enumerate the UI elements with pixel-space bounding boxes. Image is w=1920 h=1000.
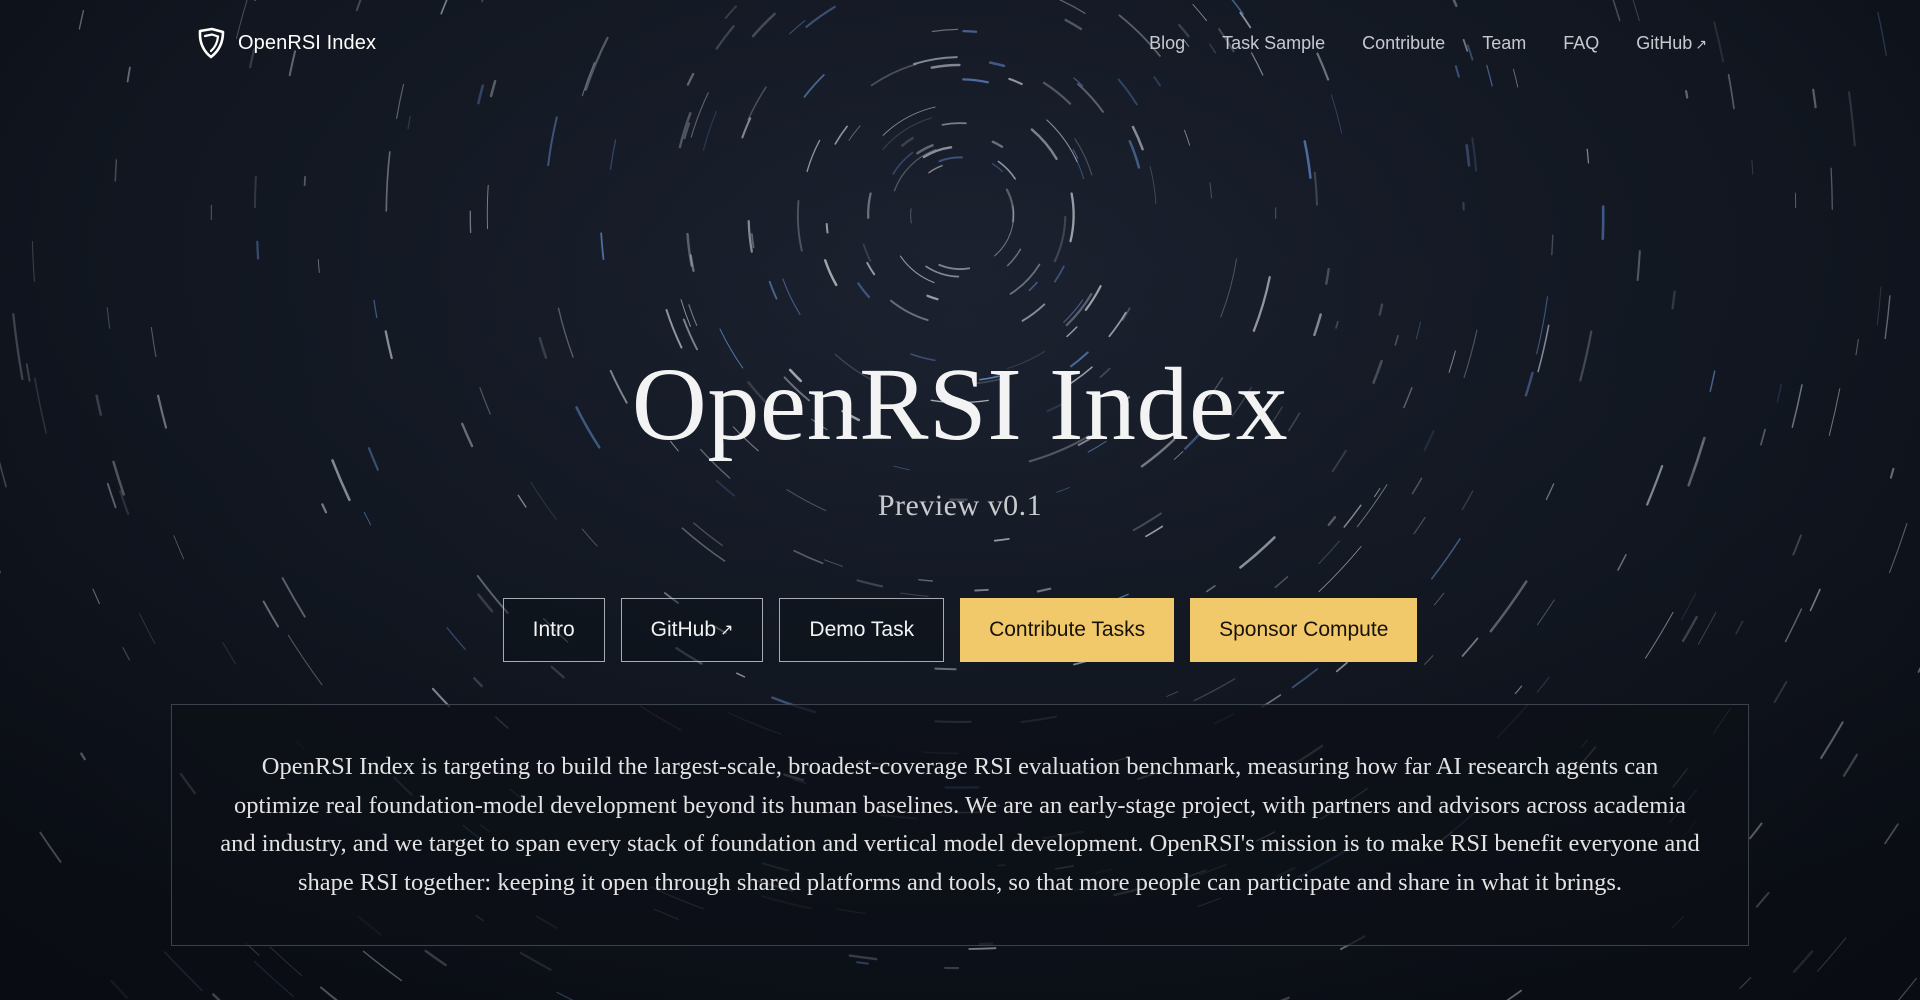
external-link-icon: ↗ [1695, 35, 1707, 52]
contribute-tasks-button[interactable]: Contribute Tasks [960, 598, 1175, 662]
nav-github[interactable]: GitHub ↗ [1636, 33, 1707, 54]
nav-task-sample[interactable]: Task Sample [1222, 33, 1325, 54]
intro-button[interactable]: Intro [502, 598, 605, 662]
hero-button-row: Intro GitHub ↗ Demo Task Contribute Tasks… [0, 598, 1920, 662]
github-button-label: GitHub [650, 618, 717, 641]
mission-text: OpenRSI Index is targeting to build the … [220, 753, 1700, 896]
brand-name: OpenRSI Index [238, 31, 377, 54]
mission-panel: OpenRSI Index is targeting to build the … [171, 704, 1749, 946]
shield-logo-icon [198, 27, 225, 59]
external-link-icon: ↗ [720, 622, 734, 639]
nav-github-label: GitHub [1636, 32, 1693, 53]
brand-logo-link[interactable]: OpenRSI Index [196, 26, 376, 60]
nav-contribute[interactable]: Contribute [1362, 33, 1445, 54]
hero-title: OpenRSI Index [631, 347, 1289, 462]
nav-faq[interactable]: FAQ [1563, 33, 1599, 54]
hero-subtitle: Preview v0.1 [877, 489, 1043, 522]
demo-task-button[interactable]: Demo Task [779, 598, 945, 662]
github-button[interactable]: GitHub ↗ [620, 598, 764, 662]
sponsor-compute-button[interactable]: Sponsor Compute [1190, 598, 1418, 662]
nav-team[interactable]: Team [1482, 33, 1526, 54]
top-nav: Blog Task Sample Contribute Team FAQ Git… [1149, 28, 1707, 58]
nav-blog[interactable]: Blog [1149, 33, 1185, 54]
